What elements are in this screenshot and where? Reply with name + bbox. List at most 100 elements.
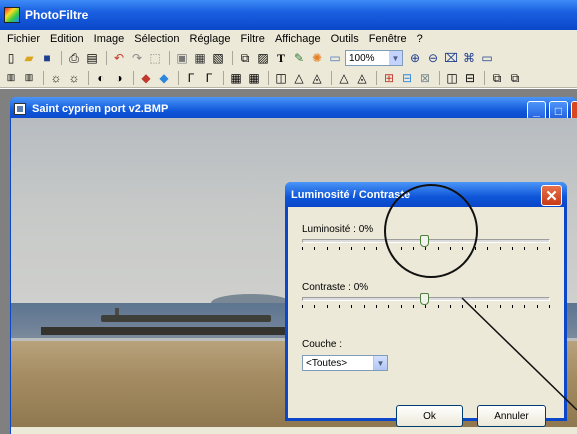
menu-image[interactable]: Image bbox=[89, 33, 130, 45]
open-folder-icon[interactable]: ▰ bbox=[21, 50, 37, 66]
sharpen-icon[interactable]: ◬ bbox=[309, 70, 325, 86]
scanner-icon[interactable]: ▤ bbox=[84, 50, 100, 66]
toolbar-separator bbox=[484, 70, 485, 85]
new-file-icon[interactable]: ▯ bbox=[3, 50, 19, 66]
menu-selection[interactable]: Sélection bbox=[129, 33, 184, 45]
menu-outils[interactable]: Outils bbox=[326, 33, 364, 45]
brightness-label: Luminosité : 0% bbox=[302, 224, 374, 235]
select-icon[interactable]: ⬚ bbox=[147, 50, 163, 66]
auto-levels-icon[interactable]: ▥ bbox=[3, 70, 19, 86]
zoom-value: 100% bbox=[349, 52, 375, 64]
menu-fenetre[interactable]: Fenêtre bbox=[364, 33, 412, 45]
menu-filtre[interactable]: Filtre bbox=[235, 33, 269, 45]
redo-icon[interactable]: ↷ bbox=[129, 50, 145, 66]
document-bottom-edge bbox=[11, 427, 577, 434]
toolbar-separator bbox=[106, 51, 107, 65]
saturation-plus-icon[interactable]: ◆ bbox=[156, 70, 172, 86]
toolbar-separator bbox=[331, 70, 332, 85]
zoom-out-icon[interactable]: ⊖ bbox=[425, 50, 441, 66]
ok-button[interactable]: Ok bbox=[396, 405, 463, 427]
brightness-slider-thumb[interactable] bbox=[420, 235, 429, 247]
rotate-icon[interactable]: ⊠ bbox=[417, 70, 433, 86]
contrast-slider-thumb[interactable] bbox=[420, 293, 429, 305]
channel-select[interactable]: <Toutes> ▼ bbox=[302, 355, 388, 371]
breakwater bbox=[101, 315, 271, 322]
contrast-label: Contraste : 0% bbox=[302, 282, 369, 293]
toolbar-separator bbox=[169, 51, 170, 65]
cancel-button[interactable]: Annuler bbox=[477, 405, 546, 427]
effects-icon[interactable]: ✺ bbox=[309, 50, 325, 66]
toolbar-separator bbox=[232, 51, 233, 65]
toolbar-separator bbox=[88, 70, 89, 85]
image-document-icon bbox=[14, 103, 26, 115]
chevron-down-icon[interactable]: ▼ bbox=[389, 51, 402, 65]
gradient-icon[interactable]: ✎ bbox=[291, 50, 307, 66]
brightness-contrast-dialog: Luminosité / Contraste ✕ Luminosité : 0%… bbox=[285, 182, 567, 427]
paste-new-icon[interactable]: ▨ bbox=[255, 50, 271, 66]
contrast-minus-icon[interactable]: ◐ bbox=[93, 70, 109, 86]
fx-icon[interactable]: ◬ bbox=[354, 70, 370, 86]
undo-icon[interactable]: ↶ bbox=[111, 50, 127, 66]
toolbar-separator bbox=[439, 70, 440, 85]
zoom-in-icon[interactable]: ⊕ bbox=[407, 50, 423, 66]
chevron-down-icon[interactable]: ▼ bbox=[373, 356, 387, 370]
menu-help[interactable]: ? bbox=[412, 33, 428, 45]
gamma-plus-icon[interactable]: Γ bbox=[201, 70, 217, 86]
monitor-icon[interactable]: ▭ bbox=[479, 50, 495, 66]
transform-icon[interactable]: ⧉ bbox=[489, 70, 505, 86]
color-icon[interactable]: ▦ bbox=[192, 50, 208, 66]
toolbar-separator bbox=[223, 70, 224, 85]
gamma-minus-icon[interactable]: Γ bbox=[183, 70, 199, 86]
canvas-size-icon[interactable]: ⊟ bbox=[462, 70, 478, 86]
paste-icon[interactable]: ▧ bbox=[210, 50, 226, 66]
toolbar-separator bbox=[133, 70, 134, 85]
text-tool-icon[interactable]: T bbox=[273, 50, 289, 66]
channel-selected-value: <Toutes> bbox=[306, 357, 348, 369]
breakwater bbox=[41, 327, 291, 335]
print-icon[interactable]: ⎙ bbox=[66, 50, 82, 66]
fit-window-icon[interactable]: ⌧ bbox=[443, 50, 459, 66]
save-icon[interactable]: ■ bbox=[39, 50, 55, 66]
flip-vertical-icon[interactable]: ⊟ bbox=[399, 70, 415, 86]
copy-icon[interactable]: ▣ bbox=[174, 50, 190, 66]
sharpen-more-icon[interactable]: △ bbox=[336, 70, 352, 86]
actual-size-icon[interactable]: ⌘ bbox=[461, 50, 477, 66]
zoom-select[interactable]: 100% ▼ bbox=[345, 50, 403, 66]
dialog-titlebar[interactable]: Luminosité / Contraste bbox=[285, 182, 567, 207]
blur-icon[interactable]: ◫ bbox=[273, 70, 289, 86]
auto-contrast-icon[interactable]: ▥ bbox=[21, 70, 37, 86]
filter-toolbar: ▥ ▥ ☼ ☼ ◐ ◑ ◆ ◆ Γ Γ ▦ ▦ ◫ △ ◬ △ ◬ ⊞ ⊟ ⊠ … bbox=[0, 68, 577, 88]
dialog-body: Luminosité : 0% Contraste : 0% Couche : … bbox=[288, 207, 564, 427]
toolbar-separator bbox=[43, 70, 44, 85]
menu-fichier[interactable]: Fichier bbox=[2, 33, 45, 45]
standard-toolbar: ▯ ▰ ■ ⎙ ▤ ↶ ↷ ⬚ ▣ ▦ ▧ ⧉ ▨ T ✎ ✺ ▭ 100% ▼… bbox=[0, 48, 577, 68]
saturation-minus-icon[interactable]: ◆ bbox=[138, 70, 154, 86]
channel-label: Couche : bbox=[302, 339, 343, 350]
brightness-minus-icon[interactable]: ☼ bbox=[48, 70, 64, 86]
contrast-ticks bbox=[302, 305, 550, 309]
duplicate-icon[interactable]: ⧉ bbox=[237, 50, 253, 66]
sepia-icon[interactable]: ▦ bbox=[246, 70, 262, 86]
toolbar-separator bbox=[268, 70, 269, 85]
dialog-title: Luminosité / Contraste bbox=[291, 188, 411, 201]
toolbar-separator bbox=[178, 70, 179, 85]
image-size-icon[interactable]: ◫ bbox=[444, 70, 460, 86]
brightness-ticks bbox=[302, 247, 550, 251]
crop-icon[interactable]: ⧉ bbox=[507, 70, 523, 86]
app-titlebar: PhotoFiltre bbox=[0, 0, 577, 30]
toolbar-separator bbox=[376, 70, 377, 85]
menu-affichage[interactable]: Affichage bbox=[270, 33, 326, 45]
menu-edition[interactable]: Edition bbox=[45, 33, 89, 45]
dialog-close-button[interactable]: ✕ bbox=[541, 185, 562, 206]
fullscreen-icon[interactable]: ▭ bbox=[327, 50, 343, 66]
menu-reglage[interactable]: Réglage bbox=[185, 33, 236, 45]
grayscale-icon[interactable]: ▦ bbox=[228, 70, 244, 86]
flip-horizontal-icon[interactable]: ⊞ bbox=[381, 70, 397, 86]
document-title: Saint cyprien port v2.BMP bbox=[32, 103, 169, 115]
menubar: Fichier Edition Image Sélection Réglage … bbox=[0, 30, 577, 48]
photofiltre-app-icon bbox=[4, 7, 20, 23]
contrast-plus-icon[interactable]: ◑ bbox=[111, 70, 127, 86]
app-title: PhotoFiltre bbox=[25, 8, 89, 22]
brightness-plus-icon[interactable]: ☼ bbox=[66, 70, 82, 86]
soften-icon[interactable]: △ bbox=[291, 70, 307, 86]
